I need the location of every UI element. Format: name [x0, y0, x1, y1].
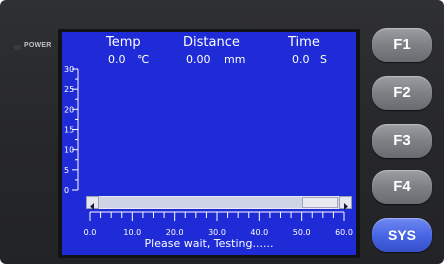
- status-message: Please wait, Testing......: [144, 237, 274, 250]
- test-chart: 0 5 10 15 20 25 30 0.0 10.0 20.0 30.0 40.0 50.0 60.0: [64, 65, 353, 237]
- x-tick-label: 0.0: [84, 228, 97, 237]
- power-led-indicator: [14, 45, 21, 50]
- scrollbar-thumb[interactable]: [302, 197, 338, 208]
- y-tick-label: 15: [64, 126, 74, 135]
- x-tick-label: 20.0: [166, 228, 184, 237]
- y-tick-label: 25: [64, 85, 74, 94]
- x-tick-label: 10.0: [123, 228, 141, 237]
- f4-key[interactable]: F4: [372, 170, 432, 204]
- power-label: POWER: [24, 42, 52, 49]
- arrow-right-icon: [344, 203, 348, 210]
- y-tick-label: 5: [64, 166, 69, 175]
- x-tick-label: 30.0: [208, 228, 226, 237]
- test-device-panel: POWER Temp 0.0 ℃ Distance 0.00 mm Time 0…: [0, 0, 444, 264]
- lcd-screen: Temp 0.0 ℃ Distance 0.00 mm Time 0.0 S 0…: [62, 32, 356, 255]
- y-tick-label: 20: [64, 105, 74, 114]
- scroll-left-button[interactable]: [86, 196, 99, 210]
- x-tick-label: 40.0: [250, 228, 268, 237]
- scroll-right-button[interactable]: [339, 196, 352, 210]
- x-tick-label: 50.0: [293, 228, 311, 237]
- arrow-left-icon: [90, 203, 94, 210]
- y-tick-label: 0: [64, 186, 69, 195]
- f3-key[interactable]: F3: [372, 124, 432, 158]
- y-tick-label: 10: [64, 146, 74, 155]
- x-tick-label: 60.0: [335, 228, 353, 237]
- sys-key[interactable]: SYS: [372, 218, 432, 252]
- f2-key[interactable]: F2: [372, 76, 432, 110]
- y-tick-label: 30: [64, 65, 74, 74]
- f1-key[interactable]: F1: [372, 28, 432, 62]
